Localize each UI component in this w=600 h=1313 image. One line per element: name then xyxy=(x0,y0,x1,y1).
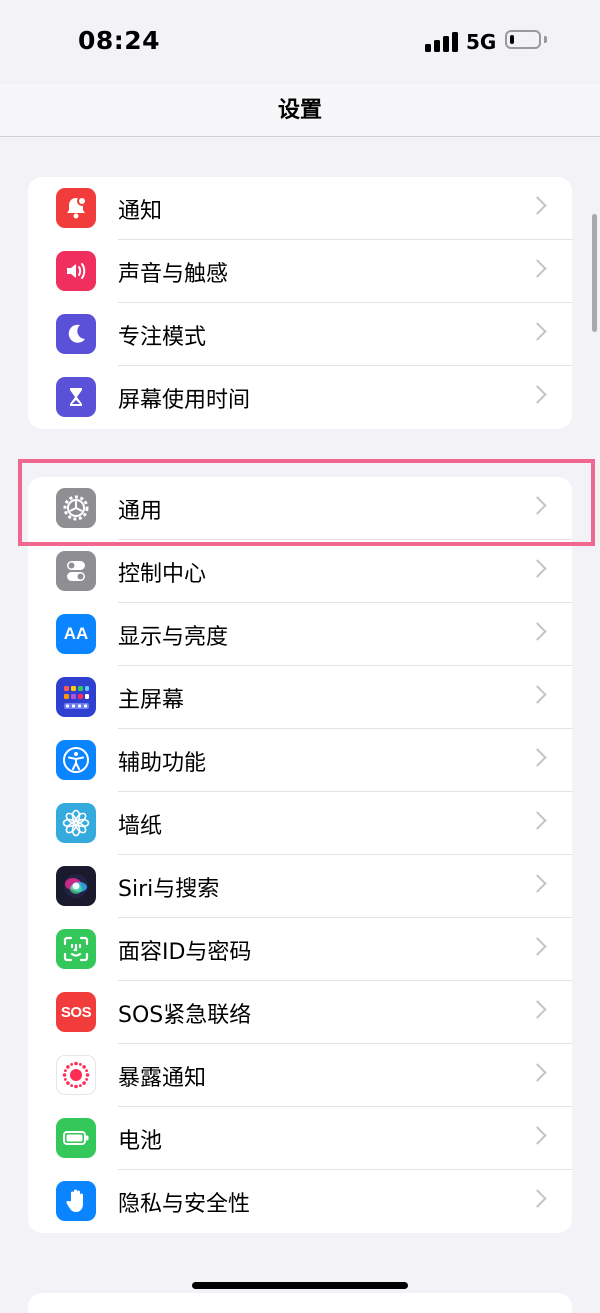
sos-glyph: SOS xyxy=(60,1003,92,1021)
chevron-right-icon xyxy=(528,1189,547,1208)
text-size-glyph: AA xyxy=(63,624,89,643)
sos-icon: SOS xyxy=(56,992,96,1032)
speaker-icon xyxy=(56,251,96,291)
chevron-right-icon xyxy=(528,196,547,215)
chevron-right-icon xyxy=(528,385,547,404)
row-label: 屏幕使用时间 xyxy=(118,388,251,413)
row-label: 通知 xyxy=(118,199,163,224)
row-label: 声音与触感 xyxy=(118,262,229,287)
row-label: SOS紧急联络 xyxy=(118,1003,252,1028)
settings-row-display[interactable]: AA 显示与亮度 xyxy=(28,603,572,666)
flower-icon xyxy=(56,803,96,843)
cellular-signal-icon xyxy=(425,30,461,52)
settings-row-siri[interactable]: Siri与搜索 xyxy=(28,855,572,918)
home-indicator[interactable] xyxy=(192,1282,408,1289)
text-size-icon: AA xyxy=(56,614,96,654)
row-label: 电池 xyxy=(118,1129,163,1154)
bell-icon xyxy=(56,188,96,228)
network-type: 5G xyxy=(466,30,497,54)
highlight-box xyxy=(18,459,595,546)
row-label: 显示与亮度 xyxy=(118,625,229,650)
chevron-right-icon xyxy=(528,937,547,956)
hand-icon xyxy=(56,1181,96,1221)
settings-row-control-center[interactable]: 控制中心 xyxy=(28,540,572,603)
row-label: 控制中心 xyxy=(118,562,207,587)
settings-group-1: 通知 声音与触感 专注模式 屏幕使用时间 xyxy=(28,177,572,429)
chevron-right-icon xyxy=(528,622,547,641)
chevron-right-icon xyxy=(528,811,547,830)
chevron-right-icon xyxy=(528,874,547,893)
accessibility-icon xyxy=(56,740,96,780)
next-group-peek xyxy=(28,1293,572,1313)
chevron-right-icon xyxy=(528,259,547,278)
settings-row-face-id[interactable]: 面容ID与密码 xyxy=(28,918,572,981)
settings-row-accessibility[interactable]: 辅助功能 xyxy=(28,729,572,792)
row-label: 隐私与安全性 xyxy=(118,1192,251,1217)
page-title: 设置 xyxy=(277,98,322,123)
home-grid-icon xyxy=(56,677,96,717)
chevron-right-icon xyxy=(528,322,547,341)
settings-group-2: 通用 控制中心 AA 显示与亮度 主屏幕 辅助功能 墙纸 Siri与搜索 面容I… xyxy=(28,477,572,1233)
settings-row-screen-time[interactable]: 屏幕使用时间 xyxy=(28,366,572,429)
settings-row-focus[interactable]: 专注模式 xyxy=(28,303,572,366)
toggles-icon xyxy=(56,551,96,591)
settings-row-exposure[interactable]: 暴露通知 xyxy=(28,1044,572,1107)
scroll-indicator[interactable] xyxy=(592,214,597,332)
navigation-bar: 设置 xyxy=(0,84,600,137)
row-label: 专注模式 xyxy=(118,325,207,350)
chevron-right-icon xyxy=(528,559,547,578)
faceid-icon xyxy=(56,929,96,969)
row-label: 辅助功能 xyxy=(118,751,207,776)
settings-row-privacy[interactable]: 隐私与安全性 xyxy=(28,1170,572,1233)
hourglass-icon xyxy=(56,377,96,417)
settings-row-home-screen[interactable]: 主屏幕 xyxy=(28,666,572,729)
row-label: Siri与搜索 xyxy=(118,877,220,902)
settings-row-notifications[interactable]: 通知 xyxy=(28,177,572,240)
chevron-right-icon xyxy=(528,685,547,704)
chevron-right-icon xyxy=(528,1063,547,1082)
row-label: 主屏幕 xyxy=(118,688,185,713)
settings-row-sos[interactable]: SOS SOS紧急联络 xyxy=(28,981,572,1044)
battery-icon xyxy=(56,1118,96,1158)
settings-row-wallpaper[interactable]: 墙纸 xyxy=(28,792,572,855)
chevron-right-icon xyxy=(528,1126,547,1145)
moon-icon xyxy=(56,314,96,354)
battery-status-icon xyxy=(505,30,541,49)
status-time: 08:24 xyxy=(78,26,161,55)
battery-cap xyxy=(544,36,547,43)
row-label: 面容ID与密码 xyxy=(118,940,252,965)
row-label: 暴露通知 xyxy=(118,1066,207,1091)
chevron-right-icon xyxy=(528,1000,547,1019)
chevron-right-icon xyxy=(528,748,547,767)
settings-row-battery[interactable]: 电池 xyxy=(28,1107,572,1170)
status-bar: 08:24 5G xyxy=(0,0,600,84)
exposure-icon xyxy=(56,1055,96,1095)
siri-icon xyxy=(56,866,96,906)
row-label: 墙纸 xyxy=(118,814,163,839)
settings-row-sounds[interactable]: 声音与触感 xyxy=(28,240,572,303)
